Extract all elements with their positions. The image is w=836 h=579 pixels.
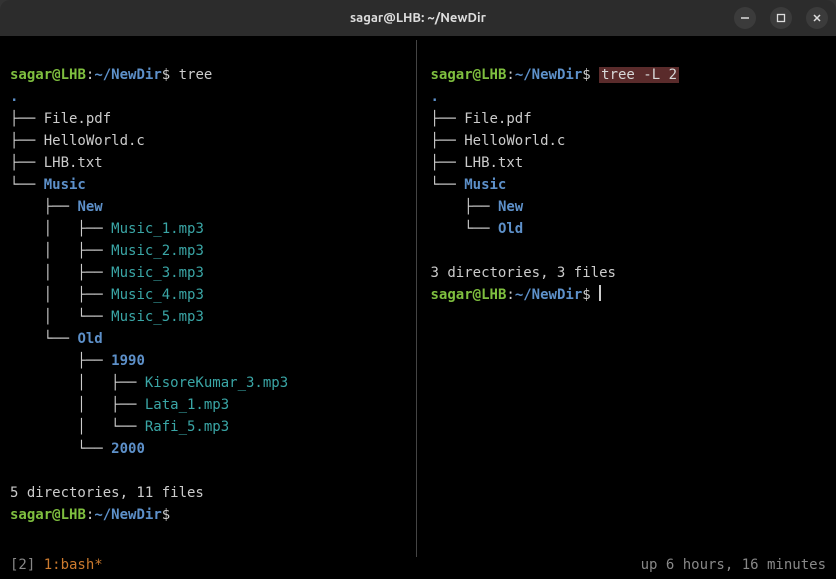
prompt-path: ~/NewDir — [94, 67, 161, 83]
command-text-highlighted: tree -L 2 — [599, 67, 679, 83]
tree-entry: ├── HelloWorld.c — [431, 133, 566, 149]
window-controls — [734, 7, 828, 29]
prompt-host: LHB — [481, 67, 506, 83]
tree-entry: └── Old — [431, 221, 524, 237]
tree-entry: ├── HelloWorld.c — [10, 133, 145, 149]
tree-summary: 3 directories, 3 files — [431, 265, 616, 281]
left-pane[interactable]: sagar@LHB:~/NewDir$ tree . ├── File.pdf … — [0, 40, 417, 557]
tree-entry: │ ├── Music_3.mp3 — [10, 265, 204, 281]
tree-entry: └── Music — [10, 177, 86, 193]
minimize-button[interactable] — [734, 7, 756, 29]
status-left: [2] 1:bash* — [10, 557, 103, 573]
tree-summary: 5 directories, 11 files — [10, 485, 204, 501]
prompt-line: sagar@LHB:~/NewDir$ tree — [10, 67, 212, 83]
command-text: tree — [179, 67, 213, 83]
tmux-statusbar: [2] 1:bash* up 6 hours, 16 minutes — [0, 557, 836, 579]
prompt-user: sagar — [10, 67, 52, 83]
terminal-body[interactable]: sagar@LHB:~/NewDir$ tree . ├── File.pdf … — [0, 36, 836, 557]
tree-entry: ├── 1990 — [10, 353, 145, 369]
prompt-host: LHB — [61, 67, 86, 83]
prompt-line: sagar@LHB:~/NewDir$ — [10, 507, 179, 523]
titlebar: sagar@LHB: ~/NewDir — [0, 0, 836, 36]
prompt-line: sagar@LHB:~/NewDir$ — [431, 287, 602, 303]
right-pane[interactable]: sagar@LHB:~/NewDir$ tree -L 2 . ├── File… — [417, 40, 836, 557]
prompt-line: sagar@LHB:~/NewDir$ tree -L 2 — [431, 67, 680, 83]
tree-entry: │ ├── KisoreKumar_3.mp3 — [10, 375, 288, 391]
tree-entry: │ ├── Music_4.mp3 — [10, 287, 204, 303]
tree-entry: └── Old — [10, 331, 103, 347]
prompt-user: sagar — [431, 67, 473, 83]
maximize-button[interactable] — [770, 7, 792, 29]
tree-root: . — [10, 89, 18, 105]
tree-entry: ├── LHB.txt — [10, 155, 103, 171]
close-button[interactable] — [806, 7, 828, 29]
tree-entry: │ ├── Lata_1.mp3 — [10, 397, 229, 413]
cursor-icon — [599, 285, 601, 301]
tree-entry: │ ├── Music_2.mp3 — [10, 243, 204, 259]
tree-entry: └── 2000 — [10, 441, 145, 457]
status-uptime: up 6 hours, 16 minutes — [641, 557, 826, 573]
tree-root: . — [431, 89, 439, 105]
tree-entry: │ └── Music_5.mp3 — [10, 309, 204, 325]
tree-entry: ├── LHB.txt — [431, 155, 524, 171]
tree-entry: ├── New — [431, 199, 524, 215]
tree-entry: ├── File.pdf — [10, 111, 111, 127]
window-title: sagar@LHB: ~/NewDir — [350, 11, 486, 25]
tree-entry: │ ├── Music_1.mp3 — [10, 221, 204, 237]
tree-entry: ├── File.pdf — [431, 111, 532, 127]
tree-entry: ├── New — [10, 199, 103, 215]
prompt-path: ~/NewDir — [515, 67, 582, 83]
status-session: 1:bash* — [44, 557, 103, 573]
tree-entry: │ └── Rafi_5.mp3 — [10, 419, 229, 435]
tree-entry: └── Music — [431, 177, 507, 193]
